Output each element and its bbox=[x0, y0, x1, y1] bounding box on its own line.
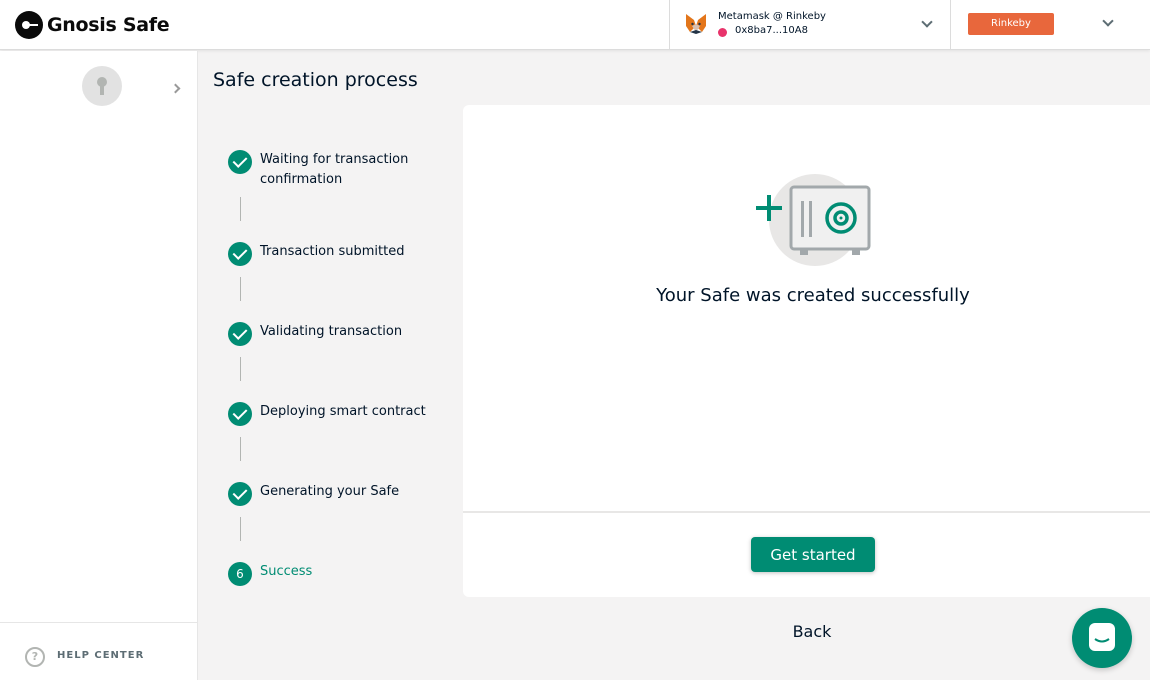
wallet-address: 0x8ba7...10A8 bbox=[735, 25, 808, 36]
logo-text: Gnosis Safe bbox=[47, 14, 170, 36]
check-circle-icon bbox=[228, 150, 252, 174]
safe-avatar-icon[interactable] bbox=[82, 66, 122, 106]
metamask-fox-icon bbox=[686, 14, 706, 34]
get-started-button[interactable]: Get started bbox=[751, 537, 875, 572]
chat-icon[interactable] bbox=[1072, 608, 1132, 668]
step-label: Success bbox=[260, 564, 313, 579]
network-chevron-down-icon[interactable] bbox=[1102, 15, 1114, 27]
safe-vault-icon bbox=[756, 174, 871, 266]
sidebar: ? HELP CENTER bbox=[0, 51, 198, 680]
step-connector bbox=[240, 437, 241, 461]
chat-bubble-icon bbox=[1089, 623, 1115, 651]
step-connector bbox=[240, 357, 241, 381]
question-circle-icon: ? bbox=[25, 647, 45, 667]
check-circle-icon bbox=[228, 322, 252, 346]
check-circle-icon bbox=[228, 242, 252, 266]
step-label: Validating transaction bbox=[260, 324, 403, 339]
help-center-link[interactable]: ? HELP CENTER bbox=[0, 622, 197, 680]
chevron-right-icon[interactable] bbox=[170, 83, 181, 94]
check-circle-icon bbox=[228, 482, 252, 506]
page-title: Safe creation process bbox=[213, 69, 418, 91]
step-number-badge: 6 bbox=[228, 562, 252, 586]
success-message: Your Safe was created successfully bbox=[656, 285, 970, 306]
back-button[interactable]: Back bbox=[762, 622, 862, 641]
logo[interactable]: Gnosis Safe bbox=[15, 11, 170, 39]
provider-selector[interactable]: Metamask @ Rinkeby 0x8ba7...10A8 bbox=[669, 0, 951, 50]
chevron-down-icon[interactable] bbox=[921, 16, 933, 28]
provider-name: Metamask @ Rinkeby bbox=[718, 11, 826, 22]
top-bar: Gnosis Safe Metamask @ Rinkeby 0x8ba7...… bbox=[0, 0, 1150, 50]
help-center-label: HELP CENTER bbox=[57, 650, 145, 661]
step-connector bbox=[240, 277, 241, 301]
success-card: Your Safe was created successfully Get s… bbox=[463, 105, 1150, 597]
network-badge: Rinkeby bbox=[968, 13, 1054, 35]
step-label: Generating your Safe bbox=[260, 484, 400, 499]
step-label: Deploying smart contract bbox=[260, 404, 426, 419]
step-label: Waiting for transaction confirmation bbox=[260, 152, 409, 187]
connection-status-dot bbox=[718, 28, 727, 37]
gnosis-logo-icon bbox=[15, 11, 43, 39]
step-connector bbox=[240, 197, 241, 221]
step-label: Transaction submitted bbox=[260, 244, 405, 259]
step-connector bbox=[240, 517, 241, 541]
check-circle-icon bbox=[228, 402, 252, 426]
card-divider bbox=[463, 511, 1150, 513]
